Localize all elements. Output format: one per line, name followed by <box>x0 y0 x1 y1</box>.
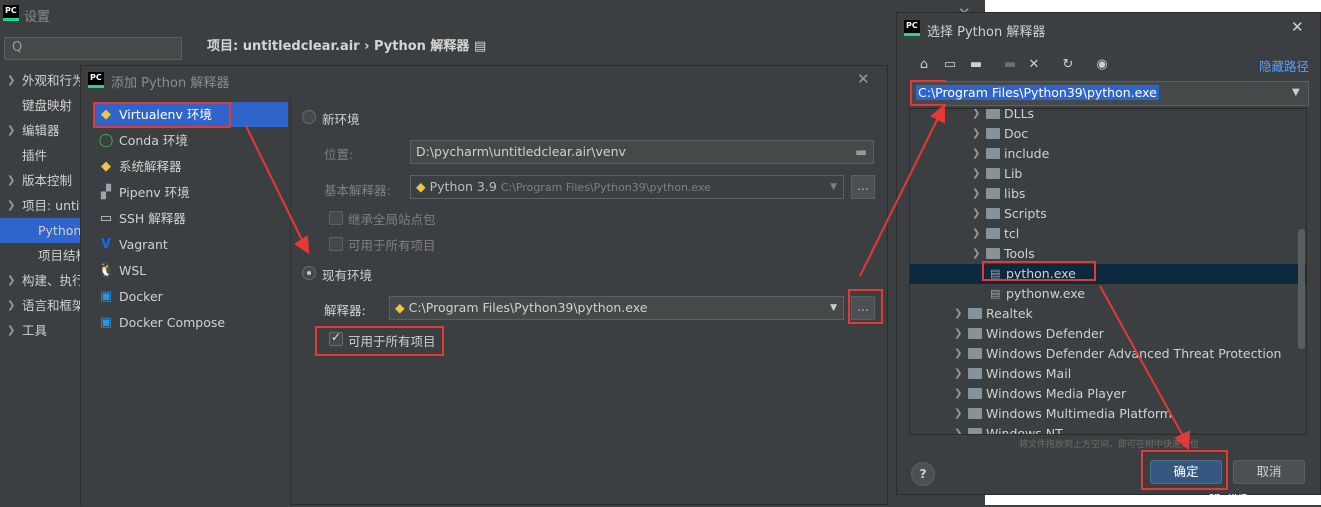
annotation-arrows <box>245 103 1191 451</box>
watermark: cn .xyz <box>1208 490 1247 503</box>
